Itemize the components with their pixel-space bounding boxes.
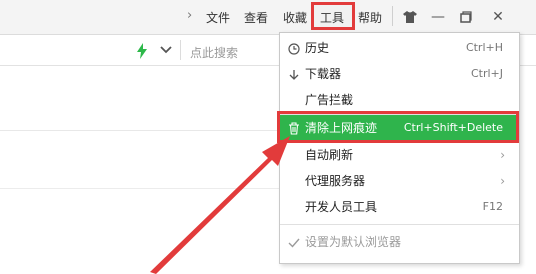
- page-divider: [0, 130, 280, 131]
- search-engine-dropdown[interactable]: [160, 43, 172, 58]
- menu-item-label: 开发人员工具: [305, 200, 378, 214]
- menu-item-shortcut: F12: [482, 200, 503, 213]
- search-divider: [180, 40, 181, 60]
- menu-item-dev-tools[interactable]: 开发人员工具 F12: [280, 194, 519, 220]
- menu-item-label: 自动刷新: [305, 148, 354, 162]
- chevron-right-icon: ›: [500, 148, 505, 162]
- menu-item-set-default-browser[interactable]: 设置为默认浏览器: [280, 229, 519, 255]
- window-buttons-divider: [392, 6, 393, 26]
- menu-item-ad-block[interactable]: 广告拦截: [280, 87, 519, 113]
- menu-item-shortcut: Ctrl+H: [465, 41, 503, 54]
- search-input[interactable]: 点此搜索: [190, 44, 238, 61]
- chevron-right-icon: ›: [500, 174, 505, 188]
- skin-button[interactable]: [396, 6, 424, 28]
- restore-icon: [460, 11, 472, 23]
- clock-icon: [286, 35, 302, 61]
- menu-item-label: 代理服务器: [305, 174, 366, 188]
- menu-separator: [280, 224, 519, 225]
- menu-file[interactable]: 文件: [206, 9, 230, 26]
- clear-history-highlight: [277, 111, 519, 143]
- minimize-icon: —: [431, 9, 445, 25]
- close-button[interactable]: ✕: [484, 6, 512, 28]
- lightning-icon[interactable]: [136, 43, 148, 63]
- chevron-down-icon: [160, 46, 172, 54]
- menu-overflow-chevron[interactable]: ›: [187, 8, 192, 23]
- page-divider: [0, 188, 280, 189]
- menu-item-label: 广告拦截: [305, 93, 354, 107]
- menu-item-label: 历史: [305, 41, 330, 55]
- menu-item-proxy[interactable]: 代理服务器 ›: [280, 168, 519, 194]
- menu-item-label: 下载器: [305, 67, 342, 81]
- tools-menu: 历史 Ctrl+H 下载器 Ctrl+J 广告拦截 清除上网痕迹 Ctrl+Sh…: [279, 32, 520, 264]
- menu-tools[interactable]: 工具: [320, 9, 344, 26]
- menu-item-history[interactable]: 历史 Ctrl+H: [280, 35, 519, 61]
- menu-favorites[interactable]: 收藏: [283, 9, 307, 26]
- menu-item-downloader[interactable]: 下载器 Ctrl+J: [280, 61, 519, 87]
- menu-help[interactable]: 帮助: [358, 9, 382, 26]
- restore-button[interactable]: [452, 6, 480, 28]
- menu-item-auto-refresh[interactable]: 自动刷新 ›: [280, 142, 519, 168]
- menu-view[interactable]: 查看: [244, 9, 268, 26]
- minimize-button[interactable]: —: [424, 6, 452, 28]
- download-icon: [286, 61, 302, 87]
- shirt-icon: [403, 11, 417, 23]
- close-icon: ✕: [492, 9, 504, 25]
- menu-item-label: 设置为默认浏览器: [305, 235, 402, 249]
- menu-item-shortcut: Ctrl+J: [470, 67, 503, 80]
- check-icon: [286, 229, 302, 255]
